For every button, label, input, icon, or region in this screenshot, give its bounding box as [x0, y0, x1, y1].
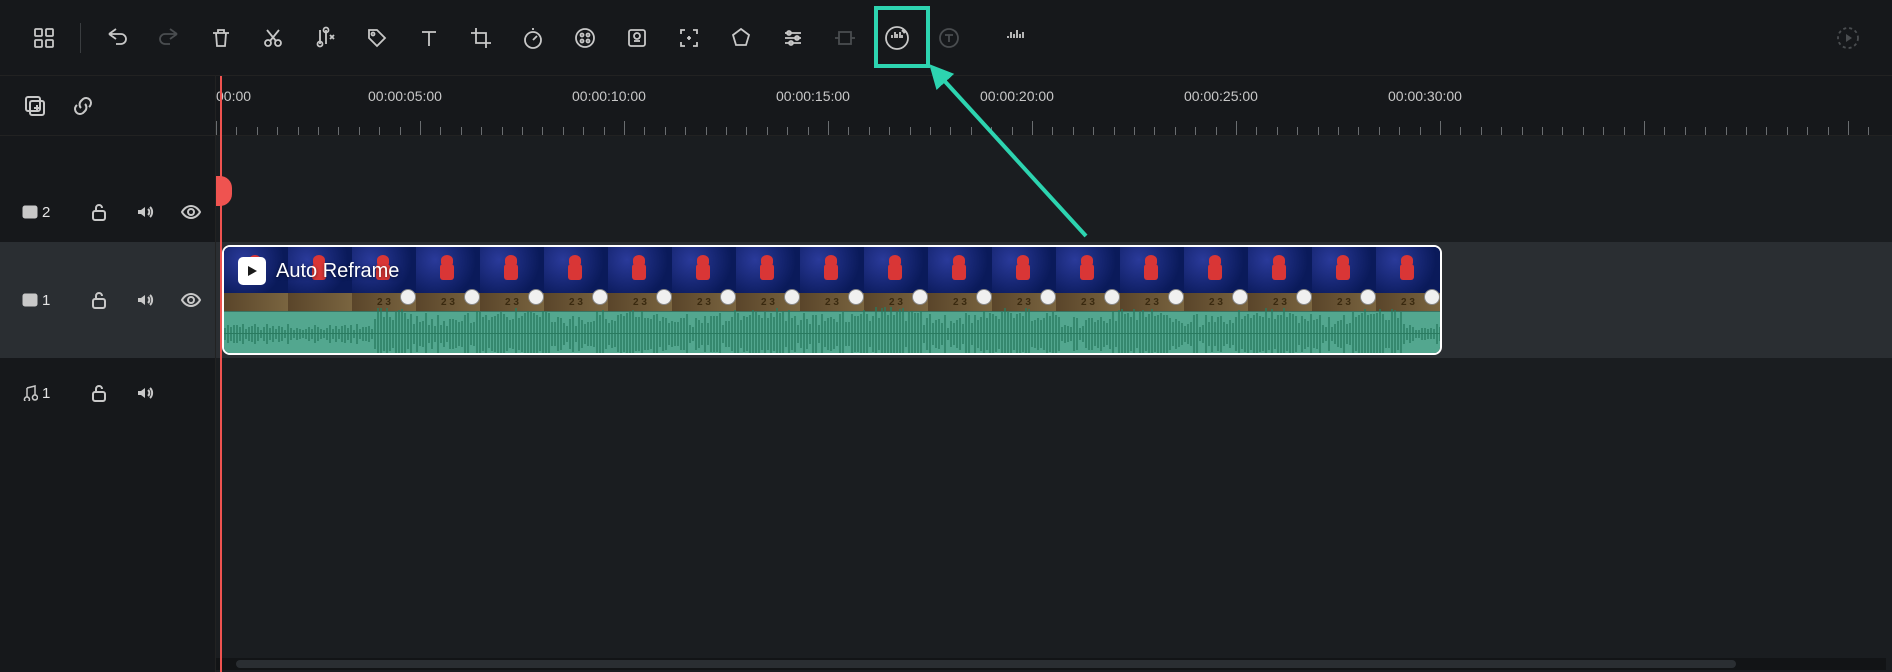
track-row-video1[interactable]: 2 32 32 32 32 32 32 32 32 32 32 32 32 32… [216, 242, 1892, 358]
mute-icon[interactable] [132, 287, 158, 313]
clip-play-icon [238, 257, 266, 285]
scrollbar-thumb[interactable] [236, 660, 1736, 668]
crop-icon[interactable] [455, 12, 507, 64]
clip-waveform [224, 311, 1440, 353]
adjust-icon[interactable] [767, 12, 819, 64]
clip-label: Auto Reframe [238, 257, 399, 285]
track-header-video1[interactable]: 1 [0, 242, 215, 358]
redo-icon[interactable] [143, 12, 195, 64]
audio-beat-icon[interactable] [989, 12, 1041, 64]
visibility-icon[interactable] [178, 199, 204, 225]
clip-thumbnail-strip: 2 32 32 32 32 32 32 32 32 32 32 32 32 32… [224, 247, 1440, 311]
separator [80, 23, 81, 53]
ruler-label: 00:00:10:00 [572, 88, 646, 104]
ruler-label: 00:00:25:00 [1184, 88, 1258, 104]
text-effect-icon[interactable] [923, 12, 975, 64]
toolbar [0, 0, 1892, 76]
ruler-header [0, 76, 215, 136]
mute-icon[interactable] [132, 199, 158, 225]
track-id-video2: 2 [22, 204, 66, 221]
horizontal-scrollbar[interactable] [216, 658, 1886, 670]
track-header-gap [0, 136, 215, 182]
timeline-ruler[interactable]: 00:0000:00:05:0000:00:10:0000:00:15:0000… [216, 76, 1892, 136]
ruler-label: 00:00:20:00 [980, 88, 1054, 104]
mute-icon[interactable] [132, 380, 158, 406]
lock-icon[interactable] [86, 287, 112, 313]
fit-icon[interactable] [663, 12, 715, 64]
track-row-audio[interactable] [216, 358, 1892, 428]
speed-icon[interactable] [507, 12, 559, 64]
track-header-video2[interactable]: 2 [0, 182, 215, 242]
timeline-body[interactable]: 00:0000:00:05:0000:00:10:0000:00:15:0000… [216, 76, 1892, 672]
video-clip[interactable]: 2 32 32 32 32 32 32 32 32 32 32 32 32 32… [222, 245, 1442, 355]
undo-icon[interactable] [91, 12, 143, 64]
track-header-column: 2 1 1 [0, 76, 216, 672]
tag-icon[interactable] [351, 12, 403, 64]
render-icon[interactable] [1822, 12, 1874, 64]
delete-icon[interactable] [195, 12, 247, 64]
lock-icon[interactable] [86, 199, 112, 225]
lock-icon[interactable] [86, 380, 112, 406]
track-row-video2[interactable] [216, 182, 1892, 242]
color-icon[interactable] [559, 12, 611, 64]
text-icon[interactable] [403, 12, 455, 64]
audio-stretch-icon[interactable] [871, 12, 923, 64]
mask-icon[interactable] [715, 12, 767, 64]
cut-icon[interactable] [247, 12, 299, 64]
timeline: 2 1 1 00:0000:00: [0, 76, 1892, 672]
apps-icon[interactable] [18, 12, 70, 64]
audio-split-icon[interactable] [299, 12, 351, 64]
ruler-label: 00:00:30:00 [1388, 88, 1462, 104]
playhead[interactable] [220, 76, 222, 672]
add-track-icon[interactable] [22, 93, 48, 119]
link-icon[interactable] [70, 93, 96, 119]
track-row-gap [216, 136, 1892, 182]
visibility-icon[interactable] [178, 287, 204, 313]
chroma-icon[interactable] [611, 12, 663, 64]
track-header-audio[interactable]: 1 [0, 358, 215, 428]
track-id-video1: 1 [22, 292, 66, 309]
ruler-label: 00:00:15:00 [776, 88, 850, 104]
ruler-label: 00:00:05:00 [368, 88, 442, 104]
clip-title: Auto Reframe [276, 260, 399, 283]
transform-icon[interactable] [819, 12, 871, 64]
track-id-audio: 1 [22, 385, 66, 402]
